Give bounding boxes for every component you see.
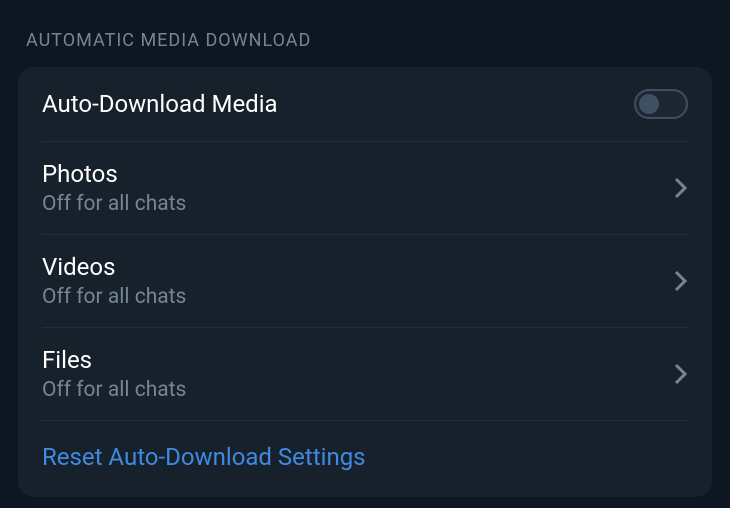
toggle-knob <box>639 94 659 114</box>
videos-row-content: Videos Off for all chats <box>42 253 186 309</box>
reset-row: Reset Auto-Download Settings <box>42 421 688 497</box>
videos-subtitle: Off for all chats <box>42 285 186 309</box>
reset-link[interactable]: Reset Auto-Download Settings <box>42 443 366 471</box>
auto-download-row: Auto-Download Media <box>42 67 688 142</box>
settings-container: AUTOMATIC MEDIA DOWNLOAD Auto-Download M… <box>0 0 730 497</box>
photos-row-content: Photos Off for all chats <box>42 160 186 216</box>
files-subtitle: Off for all chats <box>42 378 186 402</box>
videos-row[interactable]: Videos Off for all chats <box>42 235 688 328</box>
photos-title: Photos <box>42 160 186 188</box>
chevron-right-icon <box>674 176 688 200</box>
files-title: Files <box>42 346 186 374</box>
chevron-right-icon <box>674 362 688 386</box>
videos-title: Videos <box>42 253 186 281</box>
auto-download-label: Auto-Download Media <box>42 90 278 118</box>
photos-subtitle: Off for all chats <box>42 192 186 216</box>
files-row-content: Files Off for all chats <box>42 346 186 402</box>
settings-panel: Auto-Download Media Photos Off for all c… <box>18 67 712 497</box>
files-row[interactable]: Files Off for all chats <box>42 328 688 421</box>
section-header: AUTOMATIC MEDIA DOWNLOAD <box>18 24 712 67</box>
chevron-right-icon <box>674 269 688 293</box>
photos-row[interactable]: Photos Off for all chats <box>42 142 688 235</box>
auto-download-toggle[interactable] <box>634 89 688 119</box>
